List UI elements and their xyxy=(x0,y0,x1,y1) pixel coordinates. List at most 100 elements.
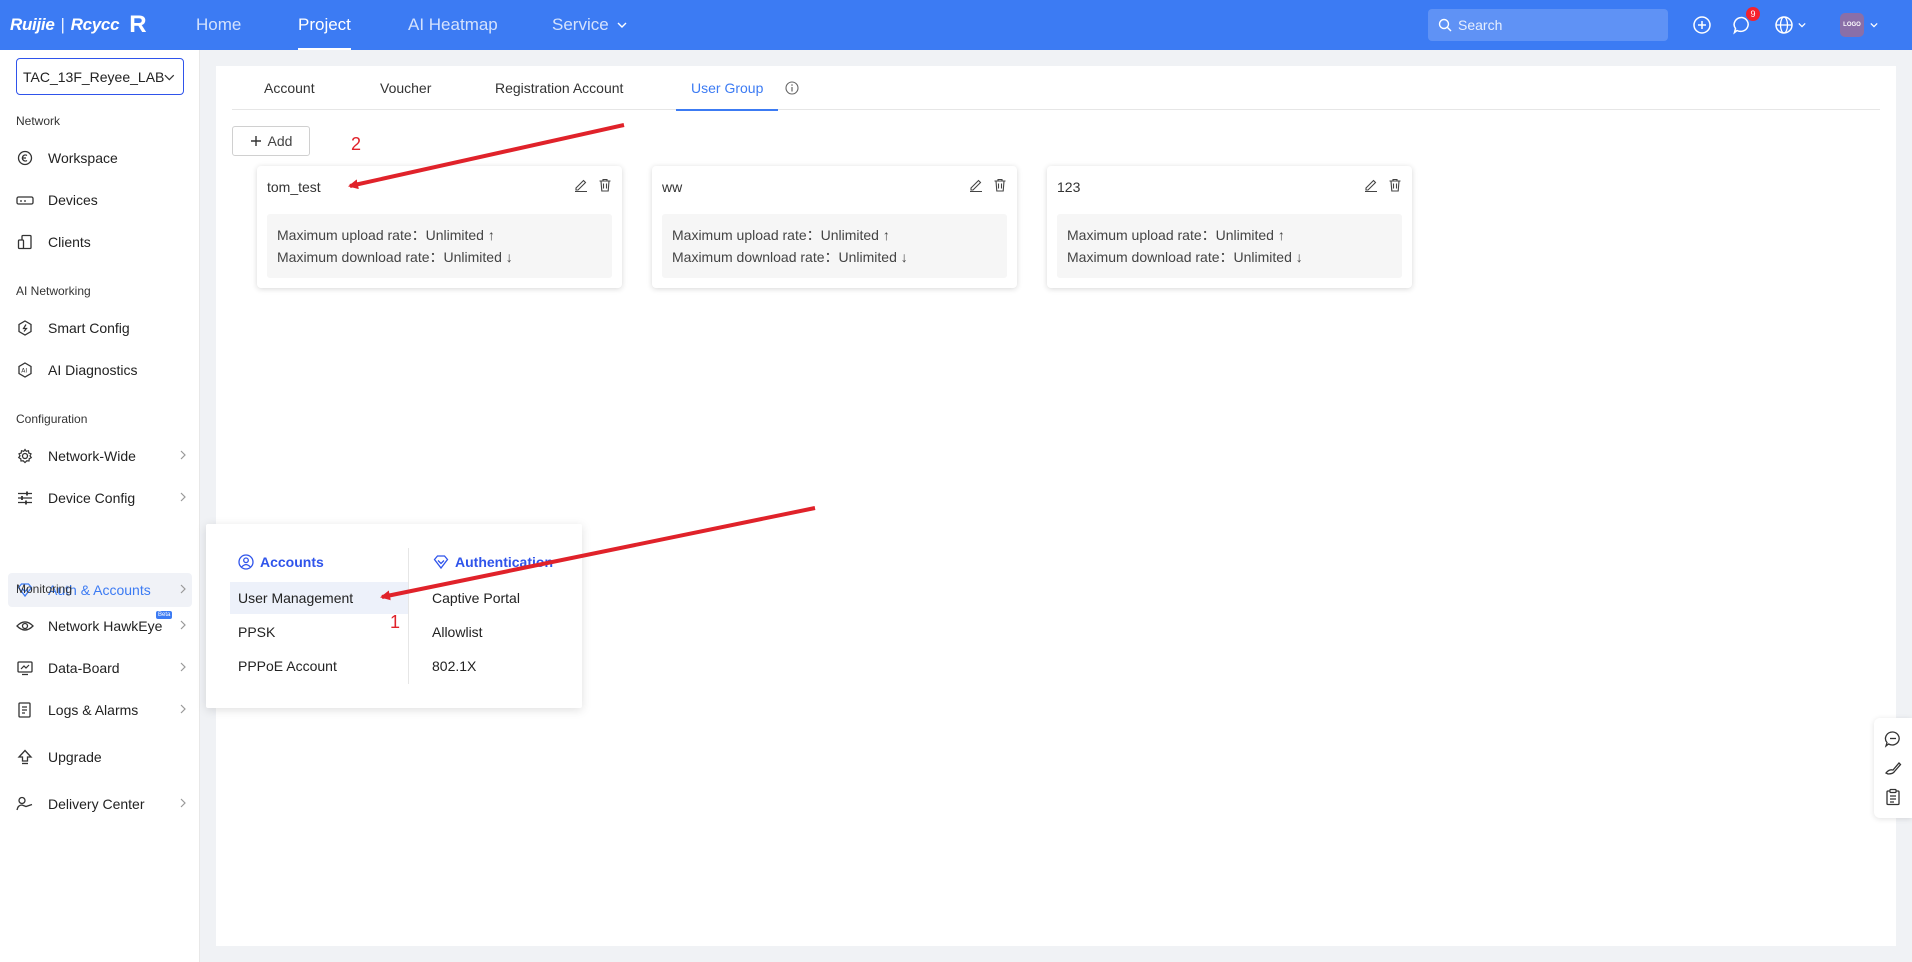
nav-project[interactable]: Project xyxy=(298,0,351,50)
delete-icon[interactable] xyxy=(993,178,1007,192)
arrow-down-icon: ↓ xyxy=(900,249,908,265)
site-selector[interactable]: TAC_13F_Reyee_LAB xyxy=(16,58,184,95)
sidebar-item-label: Network HawkEye xyxy=(48,618,163,634)
edit-icon[interactable] xyxy=(969,178,983,192)
info-icon[interactable] xyxy=(785,81,799,95)
sidebar-item-label: Logs & Alarms xyxy=(48,702,139,718)
sidebar: TAC_13F_Reyee_LAB Network Workspace Devi… xyxy=(0,50,200,962)
sidebar-item-label: Delivery Center xyxy=(48,796,145,812)
menu-captive-portal[interactable]: Captive Portal xyxy=(424,582,520,614)
authentication-title: Authentication xyxy=(455,554,553,570)
tab-registration-account[interactable]: Registration Account xyxy=(495,66,623,110)
top-navbar: Ruijie | Rcycc R Home Project AI Heatmap… xyxy=(0,0,1912,50)
eye-icon xyxy=(16,617,34,635)
arrow-down-icon: ↓ xyxy=(1295,249,1303,265)
upload-rate: Maximum upload rate：Unlimited xyxy=(672,227,879,243)
upgrade-arrow-icon xyxy=(16,748,34,766)
language-selector[interactable] xyxy=(1774,13,1812,37)
user-avatar[interactable]: LOGO xyxy=(1840,13,1864,37)
menu-user-management[interactable]: User Management xyxy=(230,582,408,614)
edit-icon[interactable] xyxy=(1364,178,1378,192)
sidebar-item-network-hawkeye[interactable]: Network HawkEye Beta xyxy=(8,609,192,643)
sidebar-item-label: Data-Board xyxy=(48,660,120,676)
devices-icon xyxy=(16,191,34,209)
sidebar-item-data-board[interactable]: Data-Board xyxy=(8,651,192,685)
arrow-up-icon: ↑ xyxy=(882,227,890,243)
accounts-title: Accounts xyxy=(260,554,324,570)
sidebar-item-upgrade[interactable]: Upgrade xyxy=(8,740,192,774)
annotation-step-2: 2 xyxy=(351,134,362,154)
message-icon[interactable]: 9 xyxy=(1730,7,1760,37)
sidebar-item-logs-alarms[interactable]: Logs & Alarms xyxy=(8,693,192,727)
monitor-chart-icon xyxy=(16,659,34,677)
site-name: TAC_13F_Reyee_LAB xyxy=(23,68,165,85)
sidebar-item-delivery-center[interactable]: Delivery Center xyxy=(8,787,192,821)
clients-icon xyxy=(16,233,34,251)
log-document-icon xyxy=(16,701,34,719)
delete-icon[interactable] xyxy=(1388,178,1402,192)
section-monitoring: Monitoring xyxy=(16,582,73,596)
section-configuration: Configuration xyxy=(16,412,88,426)
feedback-icon[interactable] xyxy=(1884,759,1902,777)
global-search[interactable] xyxy=(1428,9,1668,41)
chevron-down-icon xyxy=(164,74,175,81)
search-input[interactable] xyxy=(1458,17,1658,33)
sidebar-item-smart-config[interactable]: Smart Config xyxy=(8,311,192,345)
delivery-icon xyxy=(16,795,34,813)
main-panel: Account Voucher Registration Account Use… xyxy=(216,66,1896,946)
beta-badge: Beta xyxy=(156,611,173,619)
sidebar-item-network-wide[interactable]: Network-Wide xyxy=(8,439,192,473)
notification-badge: 9 xyxy=(1746,7,1760,21)
group-name: 123 xyxy=(1057,179,1081,195)
reyee-mark-icon: R xyxy=(129,11,147,38)
nav-service[interactable]: Service xyxy=(552,0,627,50)
arrow-up-icon: ↑ xyxy=(487,227,495,243)
menu-pppoe-account[interactable]: PPPoE Account xyxy=(230,650,408,682)
gear-icon xyxy=(16,447,34,465)
edit-icon[interactable] xyxy=(574,178,588,192)
delete-icon[interactable] xyxy=(598,178,612,192)
chevron-right-icon xyxy=(180,798,186,808)
user-group-card: ww Maximum upload rate：Unlimited ↑ Maxim… xyxy=(652,166,1017,288)
rate-info: Maximum upload rate：Unlimited ↑ Maximum … xyxy=(662,214,1007,278)
menu-8021x[interactable]: 802.1X xyxy=(424,650,476,682)
chat-icon[interactable] xyxy=(1884,730,1902,748)
chevron-down-icon[interactable] xyxy=(1870,21,1878,29)
accounts-heading: Accounts xyxy=(238,554,324,570)
tab-user-group[interactable]: User Group xyxy=(675,66,779,111)
sidebar-item-label: Devices xyxy=(48,192,98,208)
nav-home[interactable]: Home xyxy=(196,0,241,50)
upload-rate: Maximum upload rate：Unlimited xyxy=(1067,227,1274,243)
sidebar-item-label: AI Diagnostics xyxy=(48,362,138,378)
nav-service-label: Service xyxy=(552,15,609,34)
rate-info: Maximum upload rate：Unlimited ↑ Maximum … xyxy=(1057,214,1402,278)
sidebar-item-clients[interactable]: Clients xyxy=(8,225,192,259)
tab-bar: Account Voucher Registration Account Use… xyxy=(232,66,1880,111)
arrow-down-icon: ↓ xyxy=(505,249,513,265)
sidebar-item-label: Upgrade xyxy=(48,749,102,765)
add-button[interactable]: Add xyxy=(232,126,310,156)
chevron-right-icon xyxy=(180,662,186,672)
download-rate: Maximum download rate：Unlimited xyxy=(1067,249,1292,265)
clipboard-icon[interactable] xyxy=(1884,788,1902,806)
annotation-step-1: 1 xyxy=(390,612,401,632)
tab-account[interactable]: Account xyxy=(264,66,315,110)
sidebar-item-workspace[interactable]: Workspace xyxy=(8,141,192,175)
group-name: tom_test xyxy=(267,179,321,195)
section-ai-networking: AI Networking xyxy=(16,284,91,298)
menu-divider xyxy=(408,548,409,684)
user-group-card: tom_test Maximum upload rate：Unlimited ↑… xyxy=(257,166,622,288)
menu-ppsk[interactable]: PPSK xyxy=(230,616,408,648)
sidebar-item-ai-diagnostics[interactable]: AI AI Diagnostics xyxy=(8,353,192,387)
chevron-right-icon xyxy=(180,584,186,594)
nav-ai-heatmap[interactable]: AI Heatmap xyxy=(408,0,498,50)
add-circle-icon[interactable] xyxy=(1690,13,1714,37)
ruijie-reyee-logo[interactable]: Ruijie | Rcycc R xyxy=(10,11,147,38)
sidebar-item-device-config[interactable]: Device Config xyxy=(8,481,192,515)
chevron-right-icon xyxy=(180,450,186,460)
tab-voucher[interactable]: Voucher xyxy=(380,66,431,110)
menu-allowlist[interactable]: Allowlist xyxy=(424,616,483,648)
upload-rate: Maximum upload rate：Unlimited xyxy=(277,227,484,243)
sidebar-item-devices[interactable]: Devices xyxy=(8,183,192,217)
sidebar-item-label: Device Config xyxy=(48,490,136,506)
